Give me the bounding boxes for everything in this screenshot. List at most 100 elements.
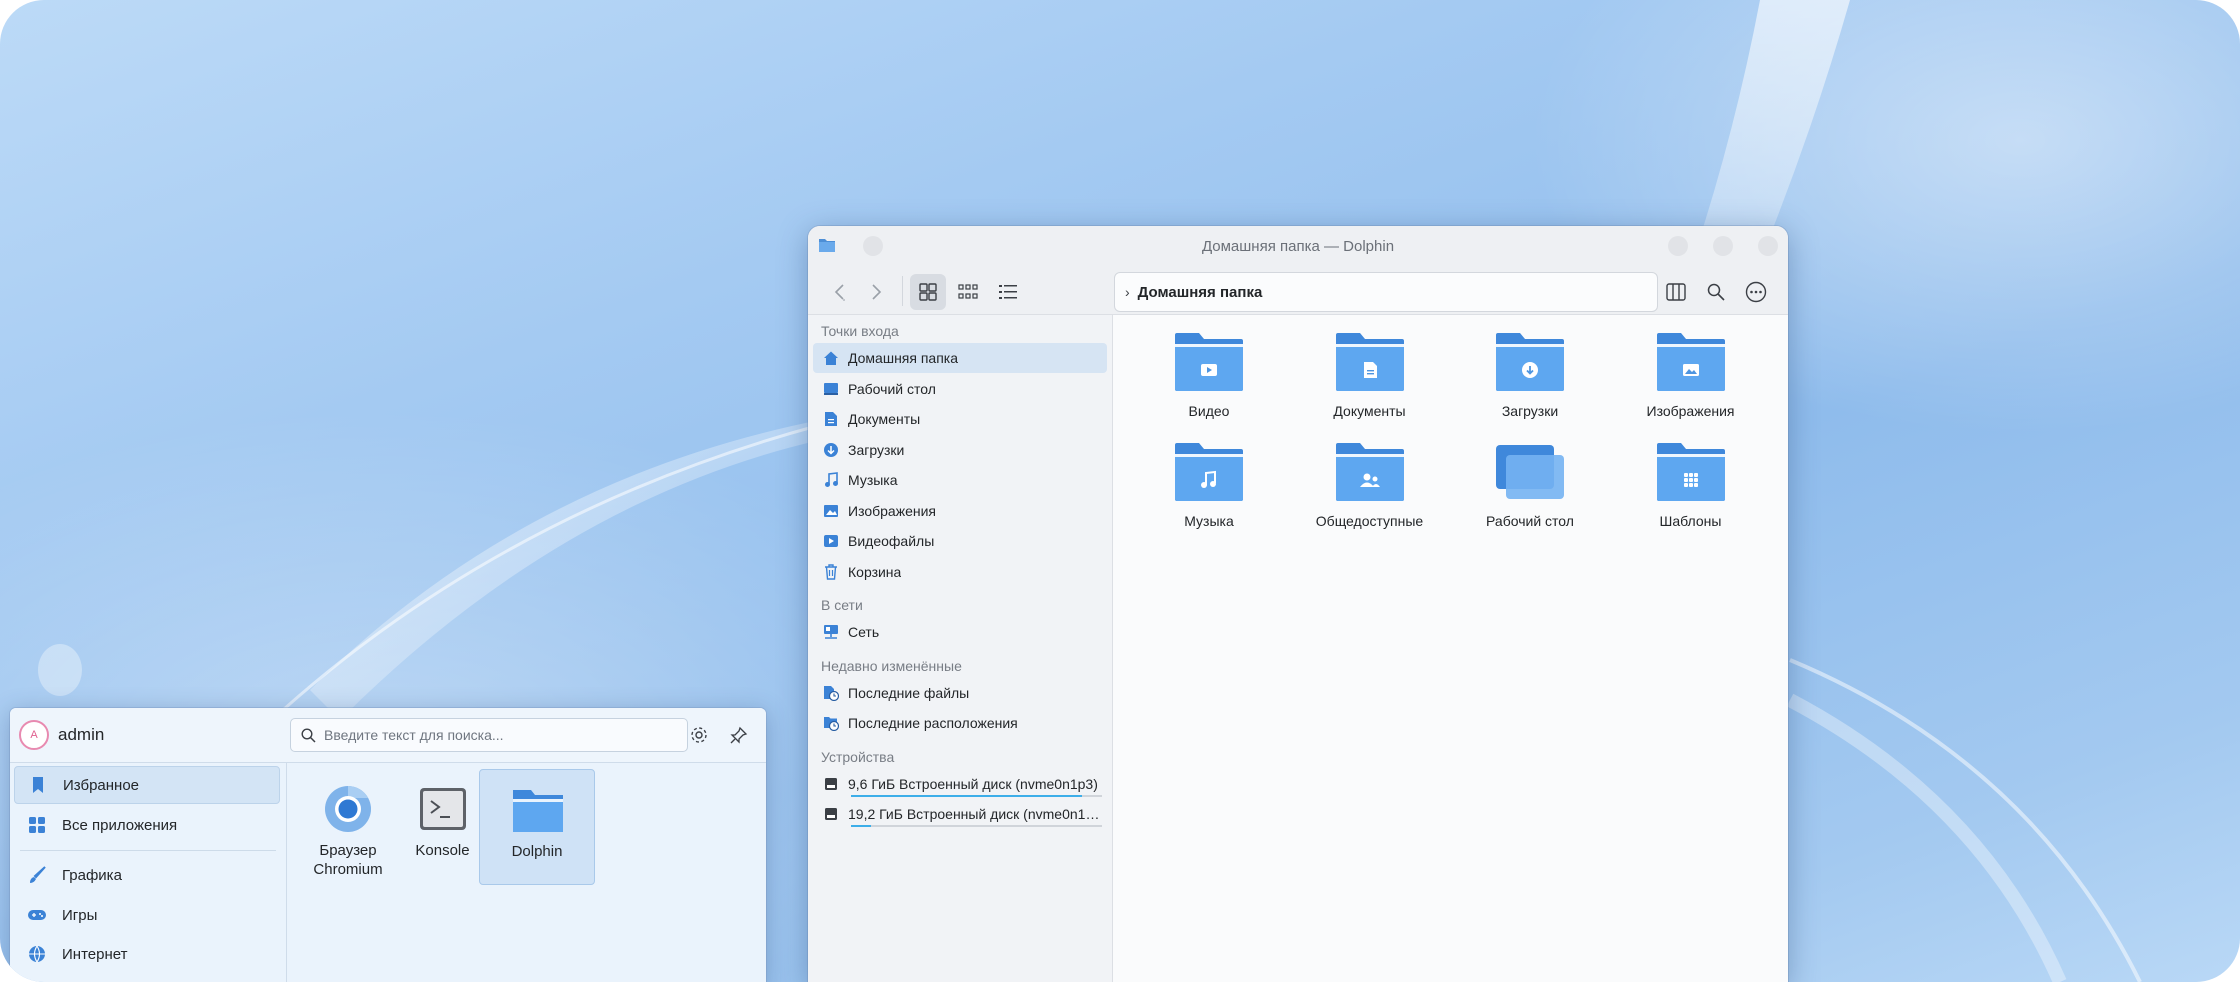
folder-label: Документы: [1333, 403, 1406, 419]
folder-label: Видео: [1188, 403, 1230, 419]
image-icon: [821, 501, 841, 521]
category-label: Все приложения: [62, 816, 178, 834]
category-label: Игры: [62, 906, 98, 924]
folder-item[interactable]: Видео: [1129, 331, 1289, 419]
recent-files-icon: [821, 683, 841, 703]
places-item[interactable]: Последние файлы: [813, 678, 1107, 708]
back-button[interactable]: [822, 274, 858, 310]
places-item[interactable]: Корзина: [813, 557, 1107, 587]
user-name: admin: [58, 725, 105, 744]
menu-button[interactable]: [1738, 274, 1774, 310]
places-item[interactable]: Видеофайлы: [813, 526, 1107, 556]
places-item[interactable]: Изображения: [813, 496, 1107, 526]
brush-icon: [26, 866, 48, 884]
search-icon: [301, 727, 316, 743]
folder-item[interactable]: Музыка: [1129, 441, 1289, 529]
places-section-title: Недавно изменённые: [821, 657, 962, 674]
bookmark-icon: [27, 776, 49, 794]
category-item[interactable]: Игры: [14, 896, 280, 934]
category-item[interactable]: Графика: [14, 856, 280, 894]
category-item[interactable]: Все приложения: [14, 806, 280, 844]
breadcrumb-chevron-icon[interactable]: ›: [1125, 284, 1130, 300]
title-bar[interactable]: Домашняя папка — Dolphin: [808, 226, 1788, 266]
app-tile[interactable]: Dolphin: [479, 769, 595, 885]
application-launcher: A admin Введите текст для поиска... Избр…: [10, 708, 766, 982]
location-bar[interactable]: › Домашняя папка: [1114, 272, 1658, 312]
split-view-button[interactable]: [1658, 274, 1694, 310]
folder-item[interactable]: Изображения: [1611, 331, 1771, 419]
folder-icon: [1173, 441, 1245, 503]
gear-icon: [691, 727, 707, 743]
file-view[interactable]: Видео Документы Загрузки Изображения Муз…: [1113, 315, 1788, 982]
folder-label: Загрузки: [1501, 403, 1559, 419]
pin-button[interactable]: [726, 722, 752, 748]
places-item-label: Сеть: [848, 624, 880, 640]
disk-usage-bar: [851, 825, 1102, 827]
folder-item[interactable]: Общедоступные: [1290, 441, 1450, 529]
folder-item[interactable]: Документы: [1290, 331, 1450, 419]
document-icon: [821, 409, 841, 429]
places-item[interactable]: Загрузки: [813, 435, 1107, 465]
app-label-line: Dolphin: [511, 843, 563, 860]
breadcrumb-current[interactable]: Домашняя папка: [1138, 284, 1263, 301]
places-item-label: Загрузки: [848, 441, 905, 458]
places-item-label: Корзина: [848, 563, 902, 580]
dolphin-window: Домашняя папка — Dolphin › Домашняя папк…: [808, 226, 1788, 982]
launcher-search-field[interactable]: Введите текст для поиска...: [290, 718, 688, 752]
places-item-label: Домашняя папка: [848, 350, 959, 366]
disk-usage-fill: [851, 825, 872, 827]
compact-view-icon: [958, 284, 978, 299]
folder-item[interactable]: Загрузки: [1450, 331, 1610, 419]
places-item[interactable]: Рабочий стол: [813, 374, 1107, 404]
configure-button[interactable]: [686, 722, 712, 748]
desktop: Домашняя папка — Dolphin › Домашняя папк…: [0, 0, 2240, 982]
category-label: Избранное: [63, 776, 140, 794]
disk-usage-bar: [851, 794, 1102, 797]
places-section-title: В сети: [821, 597, 863, 613]
places-item-label: Видеофайлы: [848, 533, 935, 549]
category-label: Графика: [62, 866, 122, 884]
folder-label: Музыка: [1184, 513, 1234, 529]
video-icon: [821, 531, 841, 551]
minimize-button[interactable]: [1668, 236, 1688, 256]
places-item[interactable]: Документы: [813, 404, 1107, 434]
places-item[interactable]: Сеть: [813, 617, 1107, 647]
icons-view-button[interactable]: [910, 274, 946, 310]
close-button[interactable]: [1758, 236, 1778, 256]
details-view-icon: [999, 285, 1017, 299]
folder-item[interactable]: Шаблоны: [1611, 441, 1771, 529]
trash-icon: [821, 562, 841, 582]
gamepad-icon: [26, 908, 48, 922]
places-item[interactable]: Музыка: [813, 465, 1107, 495]
compact-view-button[interactable]: [950, 274, 986, 310]
maximize-button[interactable]: [1713, 236, 1733, 256]
folder-label: Шаблоны: [1659, 513, 1722, 529]
back-icon: [834, 284, 845, 301]
category-item[interactable]: Избранное: [14, 766, 280, 804]
favorites-grid: Браузер Chromium Konsole Dolphin: [287, 763, 766, 982]
folder-icon: [1173, 331, 1245, 393]
places-item[interactable]: Домашняя папка: [813, 343, 1107, 373]
places-item-label: Изображения: [848, 502, 936, 519]
folder-item[interactable]: Рабочий стол: [1450, 441, 1610, 529]
chromium-icon: [322, 783, 374, 835]
search-button[interactable]: [1698, 274, 1734, 310]
folder-label: Рабочий стол: [1486, 513, 1574, 529]
recent-locations-icon: [821, 713, 841, 733]
window-title: Домашняя папка — Dolphin: [1201, 238, 1395, 255]
places-item-label: Рабочий стол: [848, 380, 936, 397]
details-view-button[interactable]: [990, 274, 1026, 310]
folder-label: Изображения: [1646, 403, 1735, 419]
category-item[interactable]: Интернет: [14, 935, 280, 973]
places-item[interactable]: Последние расположения: [813, 708, 1107, 738]
drive-icon: [821, 774, 841, 794]
places-item-label: Последние файлы: [848, 684, 970, 701]
places-section-title: Устройства: [821, 748, 895, 765]
split-view-icon: [1666, 283, 1686, 301]
folder-icon: [1655, 331, 1727, 393]
places-section-title: Точки входа: [821, 323, 899, 339]
forward-button[interactable]: [858, 274, 894, 310]
search-placeholder: Введите текст для поиска...: [324, 727, 504, 743]
avatar[interactable]: A: [19, 720, 49, 750]
places-panel: Точки входа Домашняя папка Рабочий стол …: [808, 315, 1113, 982]
